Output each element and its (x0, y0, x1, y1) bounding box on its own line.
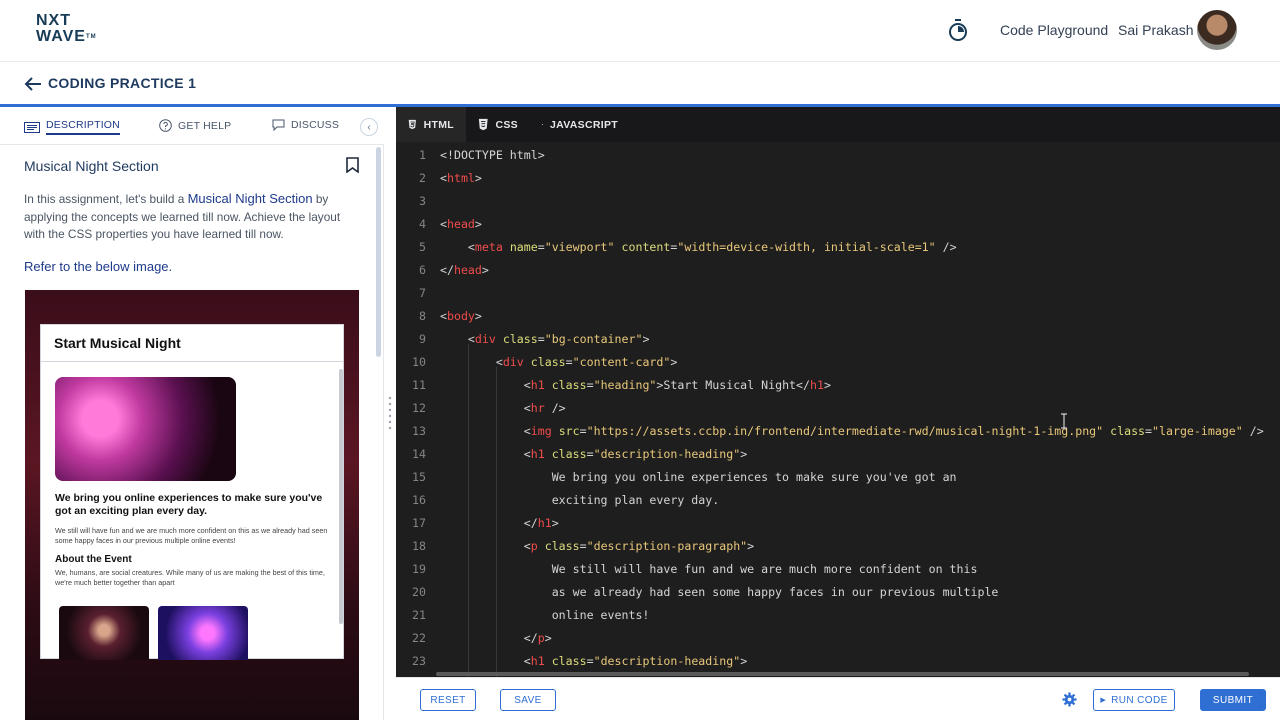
refer-text: Refer to the below image. (24, 259, 173, 274)
tab-description[interactable]: DESCRIPTION (24, 119, 120, 135)
code-line: 20 as we already had seen some happy fac… (412, 585, 999, 599)
text-cursor-icon (1061, 413, 1067, 429)
code-line: 4 <head> (419, 217, 482, 231)
preview-event-image-2 (158, 606, 248, 660)
user-name[interactable]: Sai Prakash (1118, 22, 1193, 38)
css3-icon (478, 118, 488, 131)
top-navbar: NXT WAVETM Code Playground Sai Prakash (0, 0, 1280, 62)
avatar[interactable] (1197, 10, 1237, 50)
bookmark-icon[interactable] (346, 157, 359, 173)
reference-image: Start Musical Night We bring you online … (25, 290, 359, 720)
collapse-panel-button[interactable]: ‹ (360, 118, 378, 136)
list-icon (24, 121, 40, 133)
tab-css[interactable]: CSS (466, 107, 530, 142)
chat-icon (272, 119, 285, 131)
preview-description-heading: We bring you online experiences to make … (55, 492, 323, 517)
preview-heading: Start Musical Night (54, 335, 181, 351)
code-line: 5 <meta name="viewport" content="width=d… (419, 240, 957, 254)
run-code-button[interactable]: ▶ RUN CODE (1093, 689, 1175, 711)
chevron-left-icon: ‹ (367, 121, 371, 133)
tab-css-label: CSS (495, 118, 518, 131)
code-line: 12 <hr /> (412, 401, 566, 415)
code-line: 9 <div class="bg-container"> (419, 332, 650, 346)
code-line: 18 <p class="description-paragraph"> (412, 539, 755, 553)
tab-html[interactable]: HTML (396, 107, 466, 142)
code-line: 16 exciting plan every day. (412, 493, 720, 507)
page-title: CODING PRACTICE 1 (48, 75, 197, 91)
logo-tm: TM (85, 34, 97, 40)
save-button[interactable]: SAVE (500, 689, 556, 711)
tab-html-label: HTML (423, 118, 454, 131)
code-editor: HTML CSS JAVASCRIPT 1 <!DOCTYPE html> 2 <h… (396, 107, 1280, 677)
arrow-left-icon[interactable] (24, 76, 42, 92)
code-line: 21 online events! (412, 608, 650, 622)
gear-icon[interactable] (1062, 692, 1077, 707)
editor-horizontal-scrollbar[interactable] (436, 672, 1249, 676)
tab-discuss[interactable]: DISCUSS (272, 119, 339, 131)
question-tabs: DESCRIPTION GET HELP DISCUSS ‹ (0, 107, 384, 145)
sub-header: CODING PRACTICE 1 (0, 62, 1280, 106)
help-icon (159, 119, 172, 132)
play-icon: ▶ (1100, 697, 1107, 704)
question-description: In this assignment, let's build a Musica… (24, 191, 341, 241)
code-line: 22 </p> (412, 631, 552, 645)
tab-get-help-label: GET HELP (178, 119, 232, 132)
tab-description-label: DESCRIPTION (46, 119, 120, 135)
question-panel: DESCRIPTION GET HELP DISCUSS ‹ Musical N… (0, 107, 384, 720)
editor-actions-bar: RESET SAVE ▶ RUN CODE SUBMIT (396, 677, 1280, 720)
tab-javascript-label: JAVASCRIPT (550, 118, 618, 131)
preview-description-paragraph: We still will have fun and we are much m… (55, 526, 328, 545)
code-line: 17 </h1> (412, 516, 559, 530)
question-scrollbar[interactable] (376, 147, 381, 357)
editor-tabs: HTML CSS JAVASCRIPT (396, 107, 1280, 142)
code-line: 3 (419, 194, 426, 208)
code-line: 14 <h1 class="description-heading"> (412, 447, 748, 461)
js-file-icon (542, 123, 543, 126)
logo-line1: NXT (36, 12, 71, 29)
resize-handle-icon[interactable] (388, 396, 392, 430)
code-area[interactable]: 1 <!DOCTYPE html> 2 <html> 3 4 <head> 5 <me… (396, 142, 1280, 677)
nxtwave-logo[interactable]: NXT WAVETM (36, 13, 98, 47)
code-line: 8 <body> (419, 309, 482, 323)
code-line: 10 <div class="content-card"> (412, 355, 678, 369)
question-title: Musical Night Section (24, 158, 159, 174)
preview-about-paragraph: We, humans, are social creatures. While … (55, 568, 325, 587)
description-highlight: Musical Night Section (187, 191, 313, 206)
preview-divider (41, 361, 343, 362)
stopwatch-icon[interactable] (948, 19, 968, 41)
code-line: 13 <img src="https://assets.ccbp.in/fron… (412, 424, 1264, 438)
question-content: Musical Night Section In this assignment… (0, 145, 374, 720)
code-line: 1 <!DOCTYPE html> (419, 148, 545, 162)
html5-icon (408, 119, 416, 130)
code-line: 19 We still will have fun and we are muc… (412, 562, 978, 576)
code-line: 15 We bring you online experiences to ma… (412, 470, 957, 484)
code-line: 6 </head> (419, 263, 489, 277)
code-line: 11 <h1 class="heading">Start Musical Nig… (412, 378, 831, 392)
preview-scrollbar (339, 369, 343, 624)
code-playground-link[interactable]: Code Playground (1000, 22, 1108, 38)
logo-line2: WAVETM (36, 28, 97, 45)
submit-button[interactable]: SUBMIT (1200, 689, 1266, 711)
run-code-label: RUN CODE (1111, 694, 1168, 706)
preview-content-card: Start Musical Night We bring you online … (40, 324, 344, 660)
tab-get-help[interactable]: GET HELP (159, 119, 231, 132)
code-line: 7 (419, 286, 426, 300)
tab-discuss-label: DISCUSS (291, 119, 340, 131)
tab-javascript[interactable]: JAVASCRIPT (530, 107, 630, 142)
preview-about-heading: About the Event (55, 554, 132, 565)
reset-button[interactable]: RESET (420, 689, 476, 711)
preview-event-image-1 (59, 606, 149, 660)
code-line: 2 <html> (419, 171, 482, 185)
preview-large-image (55, 377, 236, 481)
